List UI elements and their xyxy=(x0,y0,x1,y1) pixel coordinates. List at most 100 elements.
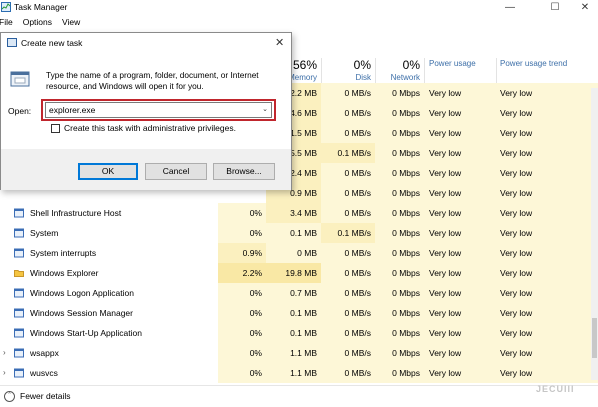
power-trend-cell: Very low xyxy=(496,83,598,103)
table-row[interactable]: › wsappx 0% 1.1 MB 0 MB/s 0 Mbps Very lo… xyxy=(0,343,598,363)
power-trend-cell: Very low xyxy=(496,203,598,223)
menu-file[interactable]: File xyxy=(0,15,13,29)
table-row[interactable]: Windows Logon Application 0% 0.7 MB 0 MB… xyxy=(0,283,598,303)
create-new-task-dialog: Create new task ✕ Type the name of a pro… xyxy=(0,32,292,190)
cpu-cell: 0% xyxy=(218,343,266,363)
network-cell: 0 Mbps xyxy=(375,83,424,103)
network-cell: 0 Mbps xyxy=(375,143,424,163)
power-usage-cell: Very low xyxy=(424,143,496,163)
minimize-icon: — xyxy=(505,2,515,13)
window-app-icon xyxy=(14,248,24,258)
run-icon xyxy=(10,71,30,87)
cpu-cell: 0.9% xyxy=(218,243,266,263)
memory-cell: 1.1 MB xyxy=(266,363,321,383)
disk-cell: 0 MB/s xyxy=(321,283,375,303)
table-row[interactable]: Windows Session Manager 0% 0.1 MB 0 MB/s… xyxy=(0,303,598,323)
close-icon: ✕ xyxy=(580,2,590,13)
network-cell: 0 Mbps xyxy=(375,123,424,143)
window-icon xyxy=(7,38,17,47)
admin-privileges-checkbox[interactable] xyxy=(51,124,60,133)
footer: ˆ Fewer details xyxy=(0,385,598,407)
window-app-icon xyxy=(14,348,24,358)
disk-cell: 0 MB/s xyxy=(321,163,375,183)
power-trend-cell: Very low xyxy=(496,343,598,363)
task-manager-icon xyxy=(1,2,11,12)
dialog-button-bar: OK Cancel Browse... xyxy=(1,149,291,190)
scrollbar-thumb[interactable] xyxy=(592,318,597,358)
window-app-icon xyxy=(14,308,24,318)
network-cell: 0 Mbps xyxy=(375,163,424,183)
vertical-scrollbar[interactable] xyxy=(591,88,598,380)
open-input-value: explorer.exe xyxy=(49,105,96,115)
menu-view[interactable]: View xyxy=(62,15,80,29)
chevron-down-icon[interactable]: ⌄ xyxy=(262,103,268,117)
memory-cell: 0.1 MB xyxy=(266,303,321,323)
power-usage-header-label: Power usage xyxy=(429,59,476,68)
disk-cell: 0.1 MB/s xyxy=(321,223,375,243)
window-app-icon xyxy=(14,228,24,238)
menu-bar: File Options View xyxy=(0,15,598,29)
network-cell: 0 Mbps xyxy=(375,223,424,243)
admin-privileges-label[interactable]: Create this task with administrative pri… xyxy=(64,123,236,133)
browse-button[interactable]: Browse... xyxy=(213,163,275,180)
power-usage-cell: Very low xyxy=(424,283,496,303)
disk-cell: 0 MB/s xyxy=(321,303,375,323)
network-cell: 0 Mbps xyxy=(375,343,424,363)
network-cell: 0 Mbps xyxy=(375,103,424,123)
window-app-icon xyxy=(14,328,24,338)
table-row[interactable]: System 0% 0.1 MB 0.1 MB/s 0 Mbps Very lo… xyxy=(0,223,598,243)
power-trend-cell: Very low xyxy=(496,263,598,283)
process-name: wusvcs xyxy=(30,368,58,378)
maximize-icon: ☐ xyxy=(550,2,560,13)
disk-cell: 0 MB/s xyxy=(321,263,375,283)
power-usage-cell: Very low xyxy=(424,363,496,383)
cpu-cell: 0% xyxy=(218,303,266,323)
cpu-cell: 2.2% xyxy=(218,263,266,283)
chevron-right-icon[interactable]: › xyxy=(3,363,6,383)
disk-cell: 0.1 MB/s xyxy=(321,143,375,163)
menu-options[interactable]: Options xyxy=(23,15,52,29)
chevron-up-icon[interactable]: ˆ xyxy=(4,391,15,402)
table-row[interactable]: Windows Start-Up Application 0% 0.1 MB 0… xyxy=(0,323,598,343)
memory-cell: 1.1 MB xyxy=(266,343,321,363)
process-name: Windows Session Manager xyxy=(30,308,133,318)
fewer-details-link[interactable]: Fewer details xyxy=(20,391,71,401)
cancel-button[interactable]: Cancel xyxy=(145,163,207,180)
title-bar: Task Manager — ☐ ✕ xyxy=(0,0,598,15)
power-trend-cell: Very low xyxy=(496,143,598,163)
ok-button[interactable]: OK xyxy=(78,163,138,180)
close-button[interactable]: ✕ xyxy=(565,0,598,15)
power-usage-cell: Very low xyxy=(424,163,496,183)
memory-cell: 0.1 MB xyxy=(266,323,321,343)
open-label: Open: xyxy=(8,106,32,116)
minimize-button[interactable]: — xyxy=(490,0,530,15)
power-trend-cell: Very low xyxy=(496,363,598,383)
memory-cell: 0 MB xyxy=(266,243,321,263)
disk-percent: 0% xyxy=(353,58,371,72)
table-row[interactable]: Windows Explorer 2.2% 19.8 MB 0 MB/s 0 M… xyxy=(0,263,598,283)
disk-cell: 0 MB/s xyxy=(321,123,375,143)
table-row[interactable]: System interrupts 0.9% 0 MB 0 MB/s 0 Mbp… xyxy=(0,243,598,263)
cpu-cell: 0% xyxy=(218,323,266,343)
table-row[interactable]: › wusvcs 0% 1.1 MB 0 MB/s 0 Mbps Very lo… xyxy=(0,363,598,383)
process-name: Windows Logon Application xyxy=(30,288,134,298)
table-row[interactable]: Shell Infrastructure Host 0% 3.4 MB 0 MB… xyxy=(0,203,598,223)
cpu-cell: 0% xyxy=(218,203,266,223)
power-trend-cell: Very low xyxy=(496,163,598,183)
process-name: System xyxy=(30,228,59,238)
power-usage-cell: Very low xyxy=(424,343,496,363)
power-usage-cell: Very low xyxy=(424,303,496,323)
open-input[interactable]: explorer.exe ⌄ xyxy=(45,102,272,118)
window-app-icon xyxy=(14,368,24,378)
memory-cell: 19.8 MB xyxy=(266,263,321,283)
network-cell: 0 Mbps xyxy=(375,323,424,343)
network-cell: 0 Mbps xyxy=(375,283,424,303)
power-usage-cell: Very low xyxy=(424,263,496,283)
chevron-right-icon[interactable]: › xyxy=(3,343,6,363)
cpu-cell: 0% xyxy=(218,283,266,303)
folder-icon xyxy=(14,270,24,277)
disk-cell: 0 MB/s xyxy=(321,183,375,203)
memory-cell: 0.7 MB xyxy=(266,283,321,303)
close-icon[interactable]: ✕ xyxy=(275,36,284,49)
disk-cell: 0 MB/s xyxy=(321,203,375,223)
